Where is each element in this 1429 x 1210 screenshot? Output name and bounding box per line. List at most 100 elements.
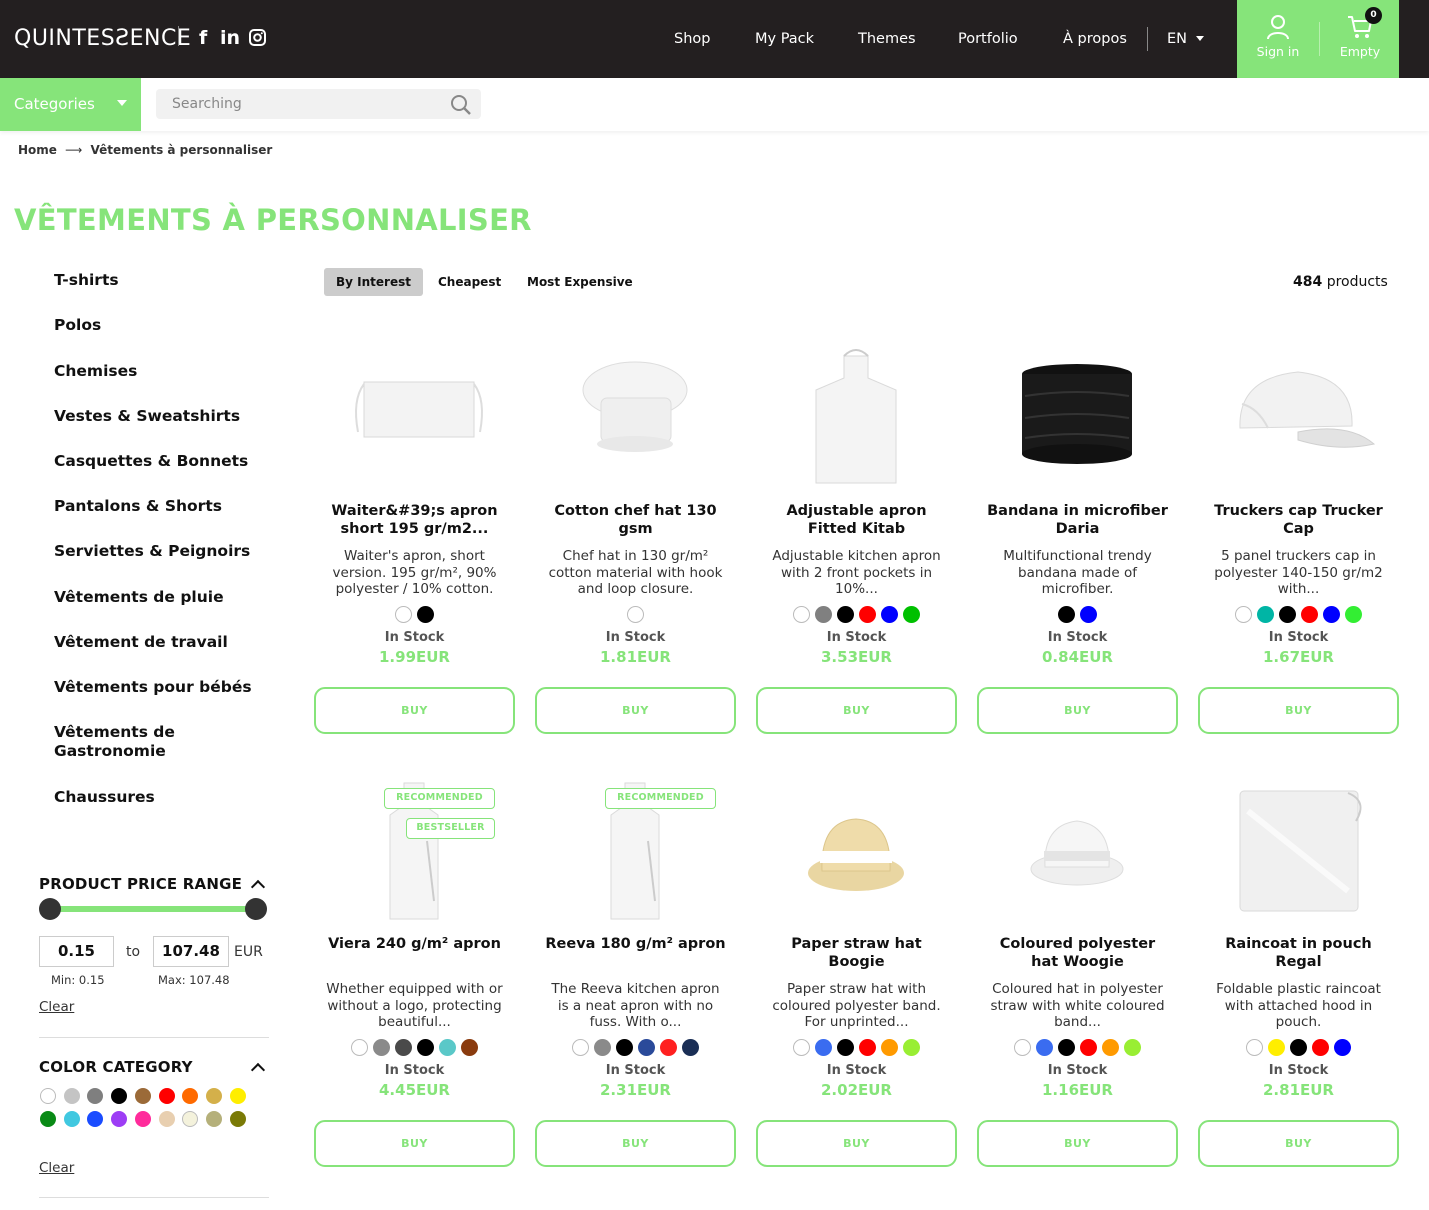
product-name[interactable]: Truckers cap Trucker Cap xyxy=(1208,502,1389,538)
buy-button[interactable]: BUY xyxy=(1198,1120,1399,1167)
nav-my-pack[interactable]: My Pack xyxy=(755,31,814,47)
color-dot[interactable] xyxy=(1334,1039,1351,1056)
color-dot[interactable] xyxy=(881,606,898,623)
color-dot[interactable] xyxy=(815,606,832,623)
color-dot[interactable] xyxy=(859,1039,876,1056)
price-min-input[interactable]: 0.15 xyxy=(39,936,114,967)
color-dot[interactable] xyxy=(1301,606,1318,623)
color-swatch[interactable] xyxy=(111,1088,128,1104)
product-name[interactable]: Cotton chef hat 130 gsm xyxy=(545,502,726,538)
color-swatch[interactable] xyxy=(87,1111,104,1127)
color-swatch[interactable] xyxy=(229,1088,246,1104)
nav-themes[interactable]: Themes xyxy=(858,31,916,47)
color-dot[interactable] xyxy=(1246,1039,1263,1056)
color-swatch[interactable] xyxy=(87,1088,104,1104)
sidebar-item-polos[interactable]: Polos xyxy=(54,316,101,335)
straw-hat-icon[interactable] xyxy=(756,781,957,921)
color-dot[interactable] xyxy=(815,1039,832,1056)
color-dot[interactable] xyxy=(1268,1039,1285,1056)
price-slider-track[interactable] xyxy=(49,906,256,912)
product-card[interactable]: Bandana in microfiber Daria Multifunction… xyxy=(977,348,1198,768)
color-swatch[interactable] xyxy=(205,1088,222,1104)
chevron-up-icon[interactable] xyxy=(250,879,266,895)
color-dot[interactable] xyxy=(351,1039,368,1056)
sidebar-item-gastronomie[interactable]: Vêtements de Gastronomie xyxy=(54,723,204,761)
product-name[interactable]: Adjustable apron Fitted Kitab xyxy=(766,502,947,538)
color-dot[interactable] xyxy=(1102,1039,1119,1056)
sidebar-item-pluie[interactable]: Vêtements de pluie xyxy=(54,588,224,607)
product-name[interactable]: Waiter&#39;s apron short 195 gr/m2... xyxy=(324,502,505,538)
buy-button[interactable]: BUY xyxy=(535,1120,736,1167)
color-dot[interactable] xyxy=(616,1039,633,1056)
color-dot[interactable] xyxy=(1257,606,1274,623)
cap-icon[interactable] xyxy=(1198,348,1399,488)
product-name[interactable]: Bandana in microfiber Daria xyxy=(987,502,1168,538)
bandana-icon[interactable] xyxy=(977,348,1178,488)
color-swatch[interactable] xyxy=(158,1111,175,1127)
product-card[interactable]: RECOMMENDED BESTSELLER Viera 240 g/m² apro… xyxy=(314,781,535,1201)
site-logo[interactable]: QUINTESƧENCE xyxy=(14,26,191,51)
raincoat-pouch-icon[interactable] xyxy=(1198,781,1399,921)
product-card[interactable]: Truckers cap Trucker Cap 5 panel truckers… xyxy=(1198,348,1419,768)
color-dot[interactable] xyxy=(903,606,920,623)
color-dot[interactable] xyxy=(881,1039,898,1056)
instagram-icon[interactable] xyxy=(249,29,266,51)
buy-button[interactable]: BUY xyxy=(535,687,736,734)
apron-icon[interactable] xyxy=(756,348,957,488)
chef-hat-icon[interactable] xyxy=(535,348,736,488)
color-dot[interactable] xyxy=(461,1039,478,1056)
nav-shop[interactable]: Shop xyxy=(674,31,710,47)
color-dot[interactable] xyxy=(859,606,876,623)
color-swatch[interactable] xyxy=(134,1111,151,1127)
color-dot[interactable] xyxy=(1036,1039,1053,1056)
color-swatch[interactable] xyxy=(134,1088,151,1104)
product-card[interactable]: Cotton chef hat 130 gsm Chef hat in 130 g… xyxy=(535,348,756,768)
sign-in-button[interactable]: Sign in xyxy=(1237,14,1319,59)
buy-button[interactable]: BUY xyxy=(977,687,1178,734)
color-swatch[interactable] xyxy=(111,1111,128,1127)
product-card[interactable]: Raincoat in pouch Regal Foldable plastic … xyxy=(1198,781,1419,1201)
buy-button[interactable]: BUY xyxy=(314,687,515,734)
color-dot[interactable] xyxy=(373,1039,390,1056)
sort-by-interest[interactable]: By Interest xyxy=(324,268,423,296)
product-card[interactable]: Adjustable apron Fitted Kitab Adjustable … xyxy=(756,348,977,768)
color-dot[interactable] xyxy=(682,1039,699,1056)
sort-cheapest[interactable]: Cheapest xyxy=(438,268,501,296)
price-slider-min-handle[interactable] xyxy=(39,898,61,920)
product-name[interactable]: Paper straw hat Boogie xyxy=(766,935,947,971)
color-dot[interactable] xyxy=(1124,1039,1141,1056)
color-dot[interactable] xyxy=(1058,606,1075,623)
sidebar-item-tshirts[interactable]: T-shirts xyxy=(54,271,119,290)
color-dot[interactable] xyxy=(1014,1039,1031,1056)
color-swatch[interactable] xyxy=(40,1088,56,1104)
linkedin-icon[interactable]: in xyxy=(220,27,240,49)
clear-color-link[interactable]: Clear xyxy=(39,1160,74,1176)
color-dot[interactable] xyxy=(594,1039,611,1056)
color-dot[interactable] xyxy=(1058,1039,1075,1056)
sort-most-expensive[interactable]: Most Expensive xyxy=(527,268,633,296)
product-name[interactable]: Reeva 180 g/m² apron xyxy=(545,935,726,953)
nav-a-propos[interactable]: À propos xyxy=(1063,31,1127,47)
product-card[interactable]: Coloured polyester hat Woogie Coloured ha… xyxy=(977,781,1198,1201)
facebook-icon[interactable]: f xyxy=(199,27,207,49)
chevron-up-icon[interactable] xyxy=(250,1062,266,1078)
product-name[interactable]: Coloured polyester hat Woogie xyxy=(987,935,1168,971)
color-swatch[interactable] xyxy=(63,1111,80,1127)
search-icon[interactable] xyxy=(450,94,472,116)
color-dot[interactable] xyxy=(1080,606,1097,623)
buy-button[interactable]: BUY xyxy=(1198,687,1399,734)
cart-button[interactable]: Empty xyxy=(1319,14,1401,59)
price-slider-max-handle[interactable] xyxy=(245,898,267,920)
sidebar-item-casquettes[interactable]: Casquettes & Bonnets xyxy=(54,452,248,471)
color-dot[interactable] xyxy=(837,1039,854,1056)
color-swatch[interactable] xyxy=(40,1111,56,1127)
color-swatch[interactable] xyxy=(158,1088,175,1104)
color-swatch[interactable] xyxy=(182,1111,199,1127)
product-name[interactable]: Raincoat in pouch Regal xyxy=(1208,935,1389,971)
fedora-icon[interactable] xyxy=(977,781,1178,921)
nav-portfolio[interactable]: Portfolio xyxy=(958,31,1018,47)
sidebar-item-travail[interactable]: Vêtement de travail xyxy=(54,633,228,652)
color-dot[interactable] xyxy=(439,1039,456,1056)
sidebar-item-serviettes[interactable]: Serviettes & Peignoirs xyxy=(54,542,250,561)
sidebar-item-pantalons[interactable]: Pantalons & Shorts xyxy=(54,497,222,516)
